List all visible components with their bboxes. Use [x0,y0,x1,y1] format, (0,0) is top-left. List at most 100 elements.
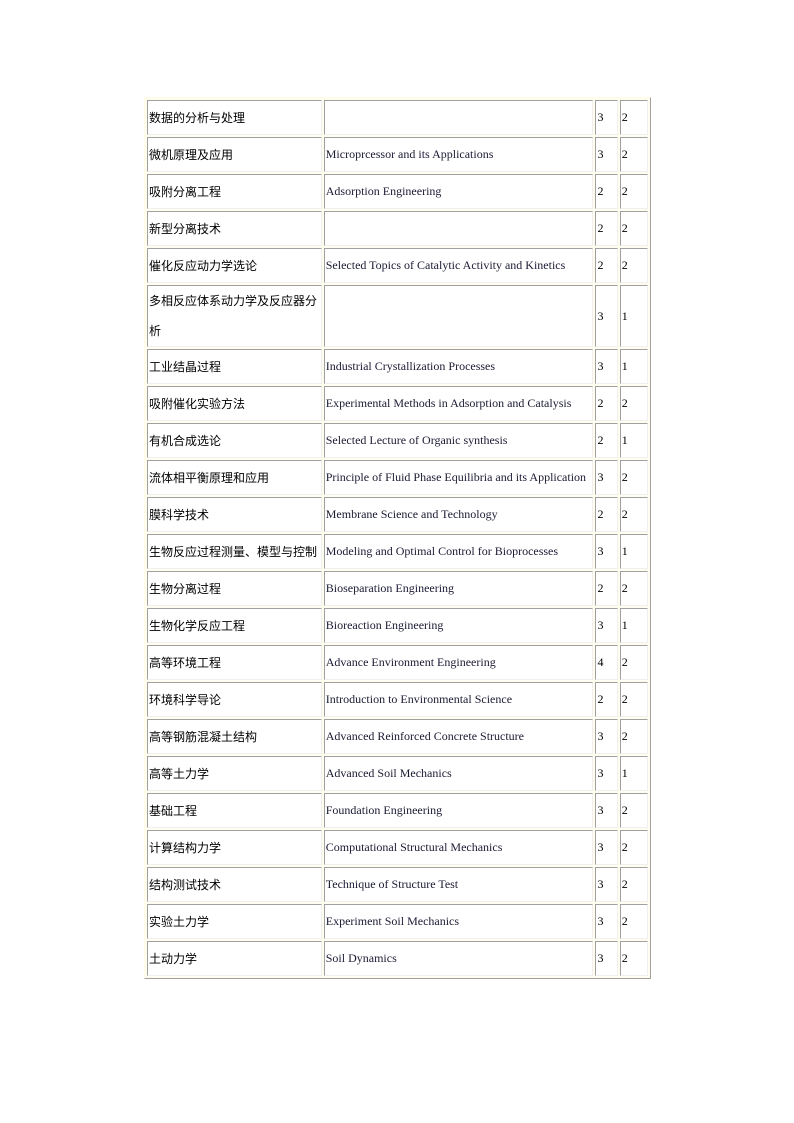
table-row: 实验土力学 Experiment Soil Mechanics 3 2 [147,904,648,939]
credits: 2 [619,793,648,828]
credits: 1 [619,349,648,384]
credits: 1 [619,534,648,569]
credit-hours: 2 [595,423,618,458]
course-name-cn: 数据的分析与处理 [147,100,322,135]
credit-hours: 3 [595,608,618,643]
course-name-en [323,211,594,246]
credits: 2 [619,211,648,246]
credits: 1 [619,608,648,643]
course-name-en: Foundation Engineering [323,793,594,828]
credits: 2 [619,719,648,754]
table-row: 环境科学导论 Introduction to Environmental Scie… [147,682,648,717]
table-row: 高等钢筋混凝土结构 Advanced Reinforced Concrete St… [147,719,648,754]
table-row: 多相反应体系动力学及反应器分析 3 1 [147,285,648,347]
course-name-cn: 高等土力学 [147,756,322,791]
course-name-en: Principle of Fluid Phase Equilibria and … [323,460,594,495]
credit-hours: 3 [595,460,618,495]
course-name-en: Computational Structural Mechanics [323,830,594,865]
course-name-cn: 计算结构力学 [147,830,322,865]
credits: 2 [619,137,648,172]
course-name-cn: 结构测试技术 [147,867,322,902]
credits: 2 [619,174,648,209]
course-name-en: Industrial Crystallization Processes [323,349,594,384]
course-name-cn: 新型分离技术 [147,211,322,246]
course-name-en: Advance Environment Engineering [323,645,594,680]
course-name-cn: 生物分离过程 [147,571,322,606]
course-name-cn: 吸附分离工程 [147,174,322,209]
credits: 2 [619,248,648,283]
course-name-en: Soil Dynamics [323,941,594,976]
table-row: 结构测试技术 Technique of Structure Test 3 2 [147,867,648,902]
course-name-en: Experimental Methods in Adsorption and C… [323,386,594,421]
table-row: 工业结晶过程 Industrial Crystallization Process… [147,349,648,384]
credit-hours: 2 [595,211,618,246]
table-row: 微机原理及应用 Microprcessor and its Application… [147,137,648,172]
course-name-cn: 高等钢筋混凝土结构 [147,719,322,754]
table-row: 土动力学 Soil Dynamics 3 2 [147,941,648,976]
table-row: 数据的分析与处理 3 2 [147,100,648,135]
credit-hours: 3 [595,719,618,754]
credit-hours: 3 [595,830,618,865]
credit-hours: 3 [595,100,618,135]
table-row: 有机合成选论 Selected Lecture of Organic synthe… [147,423,648,458]
course-name-en: Selected Topics of Catalytic Activity an… [323,248,594,283]
course-name-cn: 环境科学导论 [147,682,322,717]
table-row: 膜科学技术 Membrane Science and Technology 2 2 [147,497,648,532]
table-row: 基础工程 Foundation Engineering 3 2 [147,793,648,828]
credits: 2 [619,682,648,717]
course-name-cn: 吸附催化实验方法 [147,386,322,421]
credit-hours: 2 [595,386,618,421]
course-name-en [323,100,594,135]
course-name-en: Experiment Soil Mechanics [323,904,594,939]
credit-hours: 3 [595,137,618,172]
credits: 2 [619,904,648,939]
credit-hours: 3 [595,904,618,939]
credit-hours: 3 [595,534,618,569]
course-name-en: Advanced Soil Mechanics [323,756,594,791]
credit-hours: 2 [595,497,618,532]
credit-hours: 3 [595,941,618,976]
table-row: 吸附催化实验方法 Experimental Methods in Adsorpti… [147,386,648,421]
table-row: 新型分离技术 2 2 [147,211,648,246]
credit-hours: 3 [595,349,618,384]
credits: 2 [619,941,648,976]
course-name-cn: 实验土力学 [147,904,322,939]
table-row: 生物反应过程测量、模型与控制 Modeling and Optimal Contr… [147,534,648,569]
credit-hours: 2 [595,248,618,283]
credit-hours: 3 [595,867,618,902]
course-name-en [323,285,594,347]
credits: 2 [619,645,648,680]
table-row: 高等环境工程 Advance Environment Engineering 4 2 [147,645,648,680]
credit-hours: 2 [595,682,618,717]
credit-hours: 2 [595,174,618,209]
credits: 2 [619,386,648,421]
course-name-cn: 生物化学反应工程 [147,608,322,643]
table-row: 生物化学反应工程 Bioreaction Engineering 3 1 [147,608,648,643]
credit-hours: 2 [595,571,618,606]
credits: 2 [619,460,648,495]
course-name-cn: 工业结晶过程 [147,349,322,384]
course-name-en: Selected Lecture of Organic synthesis [323,423,594,458]
course-table: 数据的分析与处理 3 2 微机原理及应用 Microprcessor and its A… [144,97,651,979]
course-name-cn: 高等环境工程 [147,645,322,680]
course-name-en: Adsorption Engineering [323,174,594,209]
table-row: 计算结构力学 Computational Structural Mechanics… [147,830,648,865]
course-name-en: Modeling and Optimal Control for Bioproc… [323,534,594,569]
credits: 2 [619,571,648,606]
course-name-cn: 流体相平衡原理和应用 [147,460,322,495]
table-row: 催化反应动力学选论 Selected Topics of Catalytic Ac… [147,248,648,283]
course-name-en: Advanced Reinforced Concrete Structure [323,719,594,754]
course-name-en: Bioseparation Engineering [323,571,594,606]
course-name-en: Technique of Structure Test [323,867,594,902]
credits: 2 [619,497,648,532]
credits: 2 [619,100,648,135]
credits: 1 [619,285,648,347]
credit-hours: 3 [595,793,618,828]
course-name-cn: 生物反应过程测量、模型与控制 [147,534,322,569]
table-row: 吸附分离工程 Adsorption Engineering 2 2 [147,174,648,209]
course-name-cn: 多相反应体系动力学及反应器分析 [147,285,322,347]
course-name-en: Membrane Science and Technology [323,497,594,532]
course-name-cn: 有机合成选论 [147,423,322,458]
course-name-en: Microprcessor and its Applications [323,137,594,172]
credit-hours: 3 [595,285,618,347]
